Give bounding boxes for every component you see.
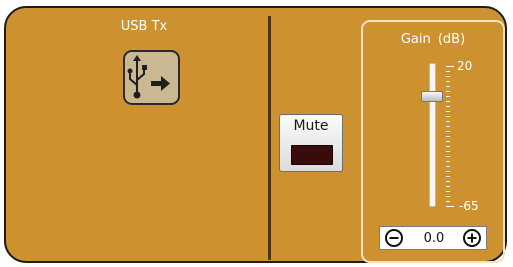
gain-scale-tick bbox=[446, 86, 450, 87]
mute-indicator-led bbox=[291, 145, 333, 165]
panel-divider bbox=[268, 16, 271, 260]
gain-scale-tick bbox=[446, 171, 450, 172]
gain-scale-tick bbox=[446, 191, 450, 192]
gain-scale-tick bbox=[446, 176, 450, 177]
plus-circle-icon bbox=[463, 229, 481, 247]
channel-strip-panel: USB Tx Mute Gain (dB) 20 -65 0.0 bbox=[4, 6, 507, 263]
gain-scale-ticks bbox=[446, 66, 456, 208]
gain-control-group: Gain (dB) 20 -65 0.0 bbox=[361, 20, 505, 263]
gain-scale-tick bbox=[446, 76, 450, 77]
gain-slider-thumb[interactable] bbox=[421, 90, 443, 102]
gain-scale-tick bbox=[446, 106, 450, 107]
gain-scale-tick bbox=[446, 126, 450, 127]
gain-scale-tick bbox=[446, 181, 450, 182]
minus-circle-icon bbox=[385, 229, 403, 247]
gain-scale-tick bbox=[446, 116, 450, 117]
gain-scale-tick bbox=[446, 121, 450, 122]
gain-scale-tick bbox=[446, 96, 450, 97]
gain-scale-tick bbox=[446, 146, 450, 147]
gain-scale-tick bbox=[446, 111, 450, 112]
gain-scale-tick bbox=[446, 101, 450, 102]
gain-scale-max: 20 bbox=[457, 59, 473, 73]
gain-scale-tick bbox=[446, 206, 454, 207]
gain-scale-tick bbox=[446, 71, 450, 72]
gain-value-stepper: 0.0 bbox=[379, 226, 487, 250]
gain-scale-tick bbox=[446, 196, 450, 197]
gain-scale-tick bbox=[446, 156, 450, 157]
gain-scale-tick bbox=[446, 186, 450, 187]
gain-scale-tick bbox=[446, 66, 454, 67]
gain-scale-tick bbox=[446, 141, 450, 142]
gain-scale-tick bbox=[446, 151, 450, 152]
gain-scale-tick bbox=[446, 91, 450, 92]
mute-button[interactable]: Mute bbox=[279, 114, 343, 172]
mute-label: Mute bbox=[293, 118, 329, 134]
gain-value-text[interactable]: 0.0 bbox=[414, 231, 454, 246]
gain-scale-tick bbox=[446, 81, 450, 82]
gain-slider-track[interactable] bbox=[429, 63, 436, 207]
gain-scale-tick bbox=[446, 161, 450, 162]
usb-tx-button[interactable] bbox=[123, 50, 180, 105]
gain-title: Gain (dB) bbox=[400, 32, 466, 47]
increase-gain-button[interactable] bbox=[462, 228, 482, 252]
usb-transmit-icon bbox=[127, 55, 170, 99]
gain-scale-tick bbox=[446, 136, 450, 137]
decrease-gain-button[interactable] bbox=[384, 228, 404, 252]
gain-scale-tick bbox=[446, 166, 450, 167]
gain-scale-min: -65 bbox=[459, 199, 479, 213]
source-label: USB Tx bbox=[120, 19, 168, 34]
gain-scale-tick bbox=[446, 131, 450, 132]
gain-scale-tick bbox=[446, 201, 450, 202]
